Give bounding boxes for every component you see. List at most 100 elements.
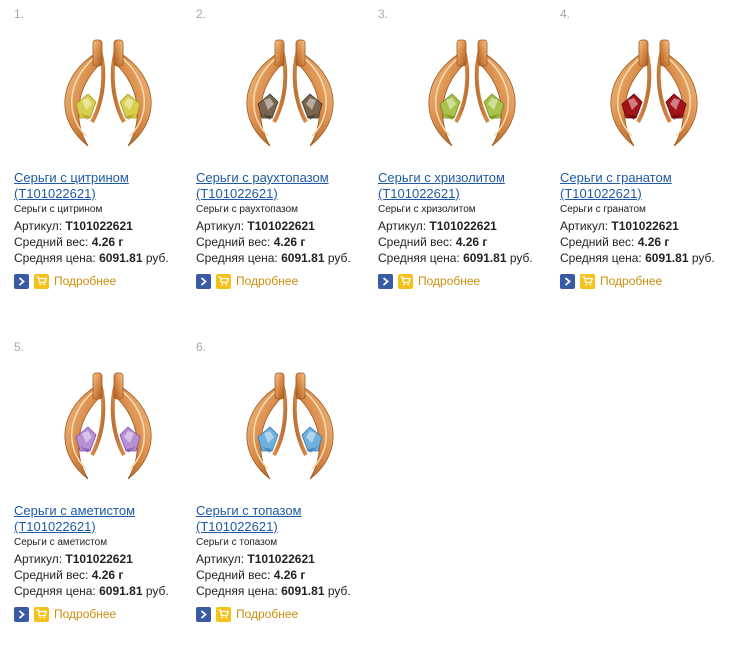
details-link[interactable]: Подробнее (418, 274, 480, 288)
weight-row: Средний вес: 4.26 г (378, 235, 487, 249)
price-value: 6091.81 (99, 251, 143, 265)
product-subtitle: Серьги с цитрином (14, 204, 103, 215)
sku-row: Артикул: Т101022621 (378, 219, 497, 233)
sku-label: Артикул: (560, 219, 609, 233)
product-number: 4. (560, 7, 571, 21)
cart-icon[interactable] (34, 273, 49, 289)
details-link[interactable]: Подробнее (236, 607, 298, 621)
earrings-image[interactable] (44, 355, 172, 497)
weight-label: Средний вес: (14, 235, 89, 249)
arrow-right-icon[interactable] (14, 606, 29, 622)
arrow-right-icon[interactable] (378, 273, 393, 289)
price-row: Средняя цена: 6091.81 руб. (196, 251, 351, 265)
weight-value: 4.26 г (273, 568, 306, 582)
cart-icon[interactable] (398, 273, 413, 289)
sku-label: Артикул: (196, 552, 245, 566)
price-label: Средняя цена: (14, 251, 96, 265)
product-number: 6. (196, 340, 207, 354)
product-number: 1. (14, 7, 25, 21)
price-currency: руб. (327, 584, 351, 598)
sku-value: Т101022621 (247, 552, 315, 566)
arrow-right-icon[interactable] (196, 606, 211, 622)
weight-value: 4.26 г (91, 568, 124, 582)
sku-row: Артикул: Т101022621 (14, 219, 133, 233)
weight-row: Средний вес: 4.26 г (14, 568, 123, 582)
earrings-image[interactable] (590, 22, 718, 164)
sku-label: Артикул: (378, 219, 427, 233)
product-actions: Подробнее (14, 606, 116, 622)
product-number: 5. (14, 340, 25, 354)
sku-value: Т101022621 (65, 219, 133, 233)
sku-row: Артикул: Т101022621 (196, 552, 315, 566)
arrow-right-icon[interactable] (560, 273, 575, 289)
price-value: 6091.81 (645, 251, 689, 265)
product-number: 2. (196, 7, 207, 21)
product-actions: Подробнее (196, 606, 298, 622)
sku-value: Т101022621 (611, 219, 679, 233)
product-subtitle: Серьги с гранатом (560, 204, 646, 215)
sku-value: Т101022621 (65, 552, 133, 566)
arrow-right-icon[interactable] (196, 273, 211, 289)
sku-label: Артикул: (14, 552, 63, 566)
arrow-right-icon[interactable] (14, 273, 29, 289)
product-title-link[interactable]: Серьги с раухтопазом (Т101022621) (196, 170, 368, 202)
price-currency: руб. (145, 584, 169, 598)
price-value: 6091.81 (99, 584, 143, 598)
earrings-image[interactable] (226, 22, 354, 164)
product-title-link[interactable]: Серьги с хризолитом (Т101022621) (378, 170, 550, 202)
sku-value: Т101022621 (429, 219, 497, 233)
details-link[interactable]: Подробнее (54, 274, 116, 288)
weight-row: Средний вес: 4.26 г (14, 235, 123, 249)
price-currency: руб. (509, 251, 533, 265)
product-title-link[interactable]: Серьги с аметистом (Т101022621) (14, 503, 186, 535)
weight-row: Средний вес: 4.26 г (196, 235, 305, 249)
sku-row: Артикул: Т101022621 (14, 552, 133, 566)
price-row: Средняя цена: 6091.81 руб. (560, 251, 715, 265)
price-label: Средняя цена: (196, 584, 278, 598)
weight-row: Средний вес: 4.26 г (196, 568, 305, 582)
sku-label: Артикул: (196, 219, 245, 233)
product-subtitle: Серьги с топазом (196, 537, 278, 548)
weight-value: 4.26 г (91, 235, 124, 249)
price-row: Средняя цена: 6091.81 руб. (14, 584, 169, 598)
price-row: Средняя цена: 6091.81 руб. (196, 584, 351, 598)
sku-row: Артикул: Т101022621 (196, 219, 315, 233)
cart-icon[interactable] (216, 273, 231, 289)
sku-value: Т101022621 (247, 219, 315, 233)
product-title-link[interactable]: Серьги с топазом (Т101022621) (196, 503, 368, 535)
details-link[interactable]: Подробнее (600, 274, 662, 288)
price-label: Средняя цена: (196, 251, 278, 265)
price-value: 6091.81 (281, 584, 325, 598)
price-row: Средняя цена: 6091.81 руб. (378, 251, 533, 265)
earrings-image[interactable] (408, 22, 536, 164)
product-number: 3. (378, 7, 389, 21)
product-title-link[interactable]: Серьги с гранатом (Т101022621) (560, 170, 732, 202)
price-value: 6091.81 (281, 251, 325, 265)
cart-icon[interactable] (34, 606, 49, 622)
product-actions: Подробнее (196, 273, 298, 289)
price-currency: руб. (145, 251, 169, 265)
cart-icon[interactable] (216, 606, 231, 622)
weight-label: Средний вес: (560, 235, 635, 249)
sku-row: Артикул: Т101022621 (560, 219, 679, 233)
price-label: Средняя цена: (560, 251, 642, 265)
earrings-image[interactable] (44, 22, 172, 164)
weight-label: Средний вес: (14, 568, 89, 582)
details-link[interactable]: Подробнее (236, 274, 298, 288)
weight-label: Средний вес: (196, 235, 271, 249)
product-actions: Подробнее (560, 273, 662, 289)
weight-value: 4.26 г (455, 235, 488, 249)
weight-value: 4.26 г (637, 235, 670, 249)
product-subtitle: Серьги с хризолитом (378, 204, 476, 215)
price-value: 6091.81 (463, 251, 507, 265)
price-row: Средняя цена: 6091.81 руб. (14, 251, 169, 265)
cart-icon[interactable] (580, 273, 595, 289)
details-link[interactable]: Подробнее (54, 607, 116, 621)
weight-label: Средний вес: (196, 568, 271, 582)
price-currency: руб. (691, 251, 715, 265)
earrings-image[interactable] (226, 355, 354, 497)
product-actions: Подробнее (14, 273, 116, 289)
price-label: Средняя цена: (14, 584, 96, 598)
weight-label: Средний вес: (378, 235, 453, 249)
product-title-link[interactable]: Серьги с цитрином (Т101022621) (14, 170, 186, 202)
